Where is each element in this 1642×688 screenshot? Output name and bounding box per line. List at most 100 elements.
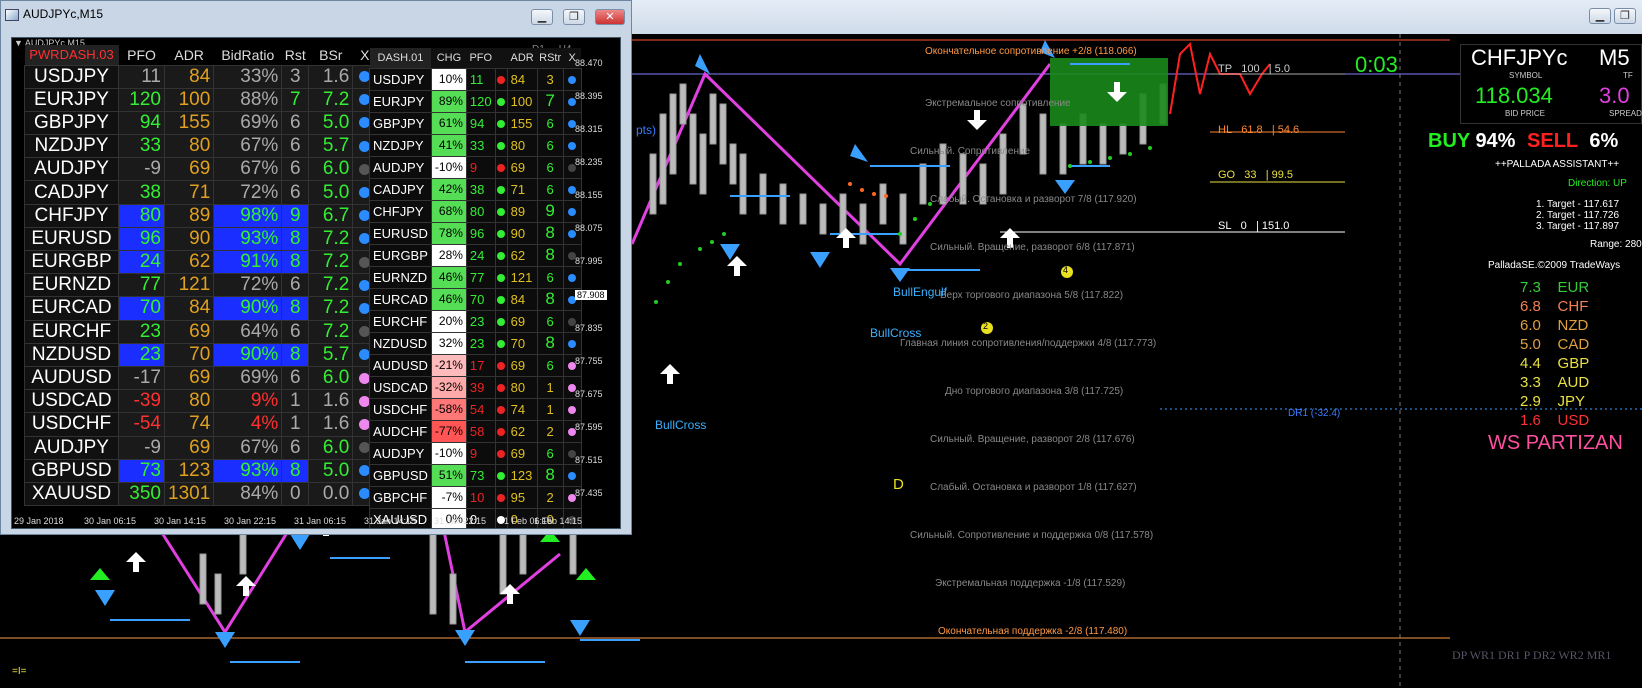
symbol-name: CHFJPYc [1471,45,1568,70]
pfo-dot-cell [494,133,508,157]
symbol-cell[interactable]: AUDJPY [24,157,119,182]
table-row: AUDUSD -21% 17 69 6 [369,353,582,377]
symbol-cell[interactable]: CADJPY [369,177,432,201]
pfo-dot-cell [494,155,508,179]
chg-cell: 20% [430,309,467,333]
pfo-cell: -9 [118,435,165,460]
bsr-cell: 5.7 [308,134,354,159]
adr-cell: 90 [163,226,215,252]
adr-cell: 100 [163,87,215,112]
main-minimize-button[interactable]: ▁ [1589,8,1611,24]
assistant-title: ++PALLADA ASSISTANT++ [1495,159,1620,170]
chg-cell: -21% [430,353,467,377]
pfo-cell: 11 [465,67,496,91]
bid-ratio-cell: 93% [213,226,283,252]
symbol-cell[interactable]: GBPJPY [24,110,119,136]
symbol-cell[interactable]: GBPCHF [369,485,432,509]
symbol-cell[interactable]: AUDJPY [369,155,432,179]
symbol-cell[interactable]: CHFJPY [24,203,119,228]
symbol-cell[interactable]: USDCHF [24,412,119,437]
inner-restore-button[interactable]: ❐ [563,9,585,25]
symbol-cell[interactable]: USDJPY [24,64,119,89]
symbol-cell[interactable]: NZDUSD [369,331,432,355]
pfo-cell: 94 [118,110,165,136]
symbol-cell[interactable]: EURJPY [24,87,119,112]
rstr-cell: 8 [536,287,564,311]
rstr-cell: 8 [536,221,564,245]
symbol-caption: SYMBOL [1509,71,1543,80]
adr-cell: 121 [506,265,538,289]
status-cell [562,67,582,91]
symbol-cell[interactable]: EURGBP [369,243,432,267]
price-tick-label: 88.470 [575,58,603,68]
adr-cell: 89 [163,203,215,228]
rstr-cell: 7 [536,89,564,113]
column-header: RStr [537,48,564,68]
symbol-cell[interactable]: NZDJPY [369,133,432,157]
pfo-dot-icon [497,97,506,106]
level-label: Сильный. Вращение, разворот 2/8 (117.676… [930,434,1135,445]
pfo-dot-icon [497,75,506,84]
symbol-cell[interactable]: EURCAD [24,296,119,321]
inner-minimize-button[interactable]: ▁ [531,9,553,25]
main-restore-button[interactable]: ❐ [1614,8,1636,24]
symbol-cell[interactable]: CADJPY [24,180,119,205]
pfo-dot-icon [497,141,506,150]
symbol-cell[interactable]: NZDUSD [24,342,119,367]
table-row: NZDUSD 32% 23 70 8 [369,331,582,355]
symbol-cell[interactable]: NZDJPY [24,134,119,159]
pfo-cell: 70 [465,287,496,311]
symbol-cell[interactable]: EURNZD [24,273,119,298]
rstr-cell: 6 [536,353,564,377]
symbol-cell[interactable]: AUDUSD [369,353,432,377]
symbol-cell[interactable]: EURNZD [369,265,432,289]
status-cell [562,199,582,223]
bid-ratio-cell: 90% [213,342,283,367]
pfo-cell: 58 [465,419,496,443]
rst-cell: 0 [281,481,310,507]
adr-cell: 74 [163,412,215,437]
symbol-cell[interactable]: CHFJPY [369,199,432,223]
chg-cell: 10% [430,67,467,91]
adr-cell: 70 [163,342,215,367]
symbol-cell[interactable]: EURUSD [24,226,119,252]
symbol-cell[interactable]: EURUSD [369,221,432,245]
bsr-cell: 5.0 [308,180,354,205]
symbol-cell[interactable]: AUDUSD [24,365,119,391]
status-cell [562,133,582,157]
bid-ratio-cell: 98% [213,203,283,228]
status-dot-icon [568,339,577,348]
symbol-cell[interactable]: AUDJPY [369,441,432,465]
table-row: EURCAD 70 84 90% 8 7.2 [24,296,378,321]
time-tick-label: 31 Jan 06:15 [294,516,347,526]
inner-close-button[interactable]: ✕ [595,9,625,25]
bsr-cell: 5.0 [308,110,354,136]
symbol-cell[interactable]: EURCAD [369,287,432,311]
chg-cell: 51% [430,463,467,487]
pfo-dot-cell [494,287,508,311]
level-label: Сильный. Сопротивление [910,146,1031,157]
pfo-dot-cell [494,463,508,487]
time-tick-label: 30 Jan 22:15 [224,516,277,526]
symbol-cell[interactable]: EURJPY [369,89,432,113]
symbol-cell[interactable]: GBPUSD [369,463,432,487]
rstr-cell: 6 [536,265,564,289]
pfo-dot-icon [497,383,506,392]
symbol-cell[interactable]: GBPJPY [369,111,432,135]
inner-chart-window[interactable]: AUDJPYc,M15 ▁ ❐ ✕ ▼ AUDJPYc,M15 D1 H4 PW… [0,0,632,535]
symbol-cell[interactable]: USDCAD [24,389,119,414]
symbol-cell[interactable]: GBPUSD [24,458,119,483]
symbol-cell[interactable]: AUDJPY [24,435,119,460]
symbol-cell[interactable]: USDJPY [369,67,432,91]
adr-cell: 74 [506,397,538,421]
symbol-cell[interactable]: EURCHF [369,309,432,333]
pfo-dot-cell [494,375,508,399]
bsr-cell: 7.2 [308,226,354,252]
symbol-cell[interactable]: USDCAD [369,375,432,399]
symbol-cell[interactable]: USDCHF [369,397,432,421]
symbol-cell[interactable]: EURGBP [24,249,119,275]
symbol-cell[interactable]: AUDCHF [369,419,432,443]
symbol-cell[interactable]: XAUUSD [24,481,119,507]
symbol-cell[interactable]: EURCHF [24,319,119,344]
rstr-cell: 1 [536,375,564,399]
